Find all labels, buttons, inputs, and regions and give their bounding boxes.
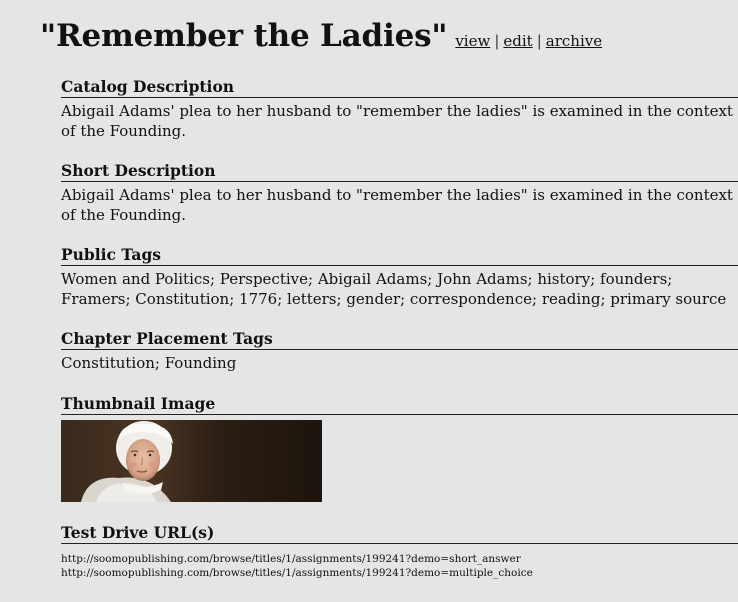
page-title: "Remember the Ladies" [40,18,448,54]
test-drive-urls-section: Test Drive URL(s) http://soomopublishing… [61,523,738,580]
thumbnail-image-section: Thumbnail Image [61,394,738,502]
view-link[interactable]: view [455,32,490,50]
chapter-placement-tags-text: Constitution; Founding [61,354,237,372]
thumbnail-image-heading: Thumbnail Image [61,394,738,415]
edit-link[interactable]: edit [503,32,532,50]
catalog-description-text: Abigail Adams' plea to her husband to "r… [61,102,733,140]
test-drive-urls-heading: Test Drive URL(s) [61,523,738,544]
page: "Remember the Ladies" view | edit | archive … [0,0,738,602]
short-description-heading: Short Description [61,161,738,182]
catalog-description-section: Catalog Description Abigail Adams' plea … [61,77,738,141]
test-drive-url[interactable]: http://soomopublishing.com/browse/titles… [61,552,738,566]
archive-link[interactable]: archive [546,32,602,50]
thumbnail-image [61,420,322,502]
separator: | [536,32,542,50]
public-tags-text: Women and Politics; Perspective; Abigail… [61,270,727,308]
public-tags-heading: Public Tags [61,245,738,266]
test-drive-url[interactable]: http://soomopublishing.com/browse/titles… [61,566,738,580]
short-description-section: Short Description Abigail Adams' plea to… [61,161,738,225]
title-actions: view | edit | archive [455,32,602,50]
short-description-text: Abigail Adams' plea to her husband to "r… [61,186,733,224]
separator: | [494,32,500,50]
title-row: "Remember the Ladies" view | edit | archive [40,18,602,54]
chapter-placement-tags-section: Chapter Placement Tags Constitution; Fou… [61,329,738,373]
test-drive-url-list: http://soomopublishing.com/browse/titles… [61,552,738,580]
chapter-placement-tags-heading: Chapter Placement Tags [61,329,738,350]
public-tags-section: Public Tags Women and Politics; Perspect… [61,245,738,309]
catalog-description-heading: Catalog Description [61,77,738,98]
